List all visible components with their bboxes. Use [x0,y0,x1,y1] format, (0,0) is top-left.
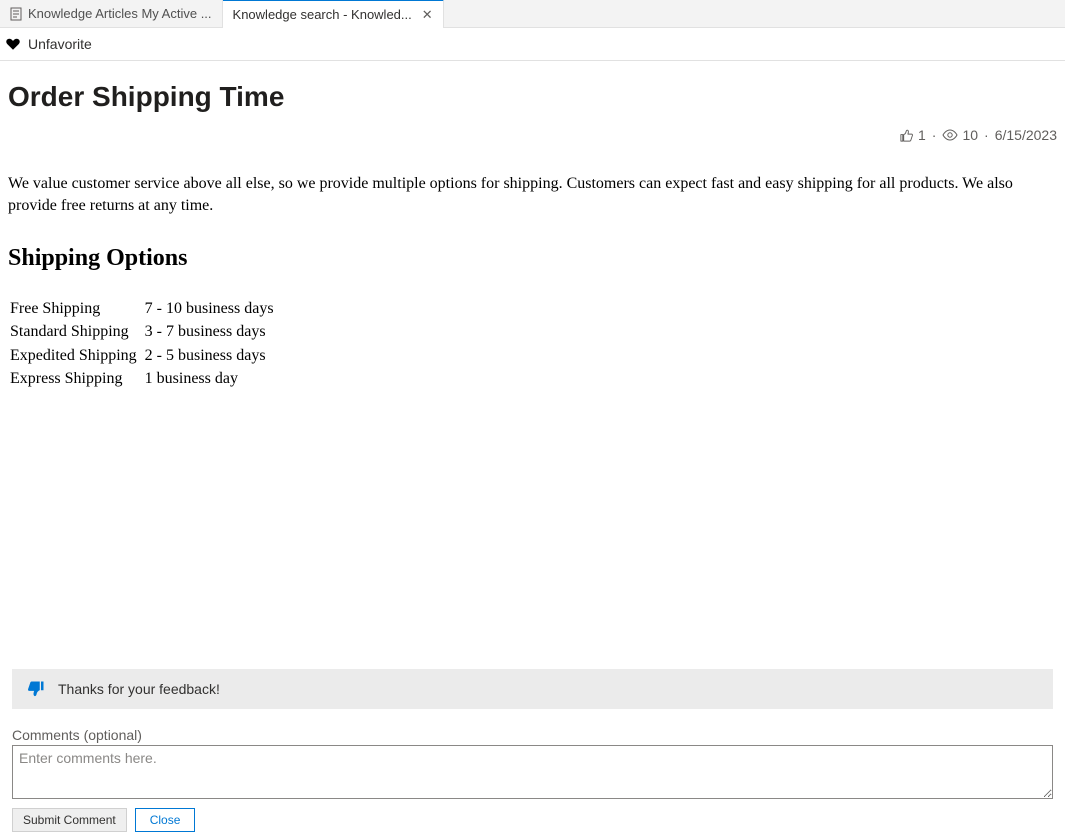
favorite-bar: Unfavorite [0,28,1065,61]
feedback-banner: Thanks for your feedback! [12,669,1053,709]
tab-label: Knowledge Articles My Active ... [28,6,212,21]
views-count: 10 [942,127,978,143]
comments-input[interactable] [12,745,1053,799]
comments-label: Comments (optional) [12,727,1053,743]
article-content: We value customer service above all else… [8,173,1057,391]
option-time: 2 - 5 business days [143,344,280,368]
table-row: Standard Shipping 3 - 7 business days [8,320,280,344]
close-icon[interactable]: ✕ [422,8,433,21]
option-time: 1 business day [143,367,280,391]
option-name: Express Shipping [8,367,143,391]
shipping-options-table: Free Shipping 7 - 10 business days Stand… [8,297,280,391]
thumbs-up-icon [899,128,914,143]
heart-icon[interactable] [6,38,20,51]
option-time: 3 - 7 business days [143,320,280,344]
unfavorite-button[interactable]: Unfavorite [28,36,92,52]
separator: · [984,127,989,143]
feedback-message: Thanks for your feedback! [58,681,220,697]
article-area: Order Shipping Time 1 · 10 · 6/15/2023 W… [0,61,1065,659]
thumbs-down-icon [26,679,46,699]
eye-icon [942,129,958,141]
table-row: Express Shipping 1 business day [8,367,280,391]
page-title: Order Shipping Time [8,81,1057,113]
article-intro: We value customer service above all else… [8,173,1057,216]
close-button[interactable]: Close [135,808,196,832]
tab-label: Knowledge search - Knowled... [233,7,412,22]
tab-knowledge-search[interactable]: Knowledge search - Knowled... ✕ [223,0,444,28]
option-name: Free Shipping [8,297,143,321]
article-date: 6/15/2023 [995,127,1057,143]
tab-knowledge-articles[interactable]: Knowledge Articles My Active ... [0,0,223,27]
comment-buttons: Submit Comment Close [12,808,1053,832]
article-meta: 1 · 10 · 6/15/2023 [8,127,1057,143]
table-row: Free Shipping 7 - 10 business days [8,297,280,321]
separator: · [932,127,937,143]
document-icon [10,7,22,21]
option-name: Standard Shipping [8,320,143,344]
likes-count: 1 [899,127,926,143]
feedback-section: Thanks for your feedback! Comments (opti… [12,669,1053,838]
option-time: 7 - 10 business days [143,297,280,321]
tab-strip: Knowledge Articles My Active ... Knowled… [0,0,1065,28]
table-row: Expedited Shipping 2 - 5 business days [8,344,280,368]
section-heading: Shipping Options [8,242,1057,274]
option-name: Expedited Shipping [8,344,143,368]
submit-comment-button[interactable]: Submit Comment [12,808,127,832]
